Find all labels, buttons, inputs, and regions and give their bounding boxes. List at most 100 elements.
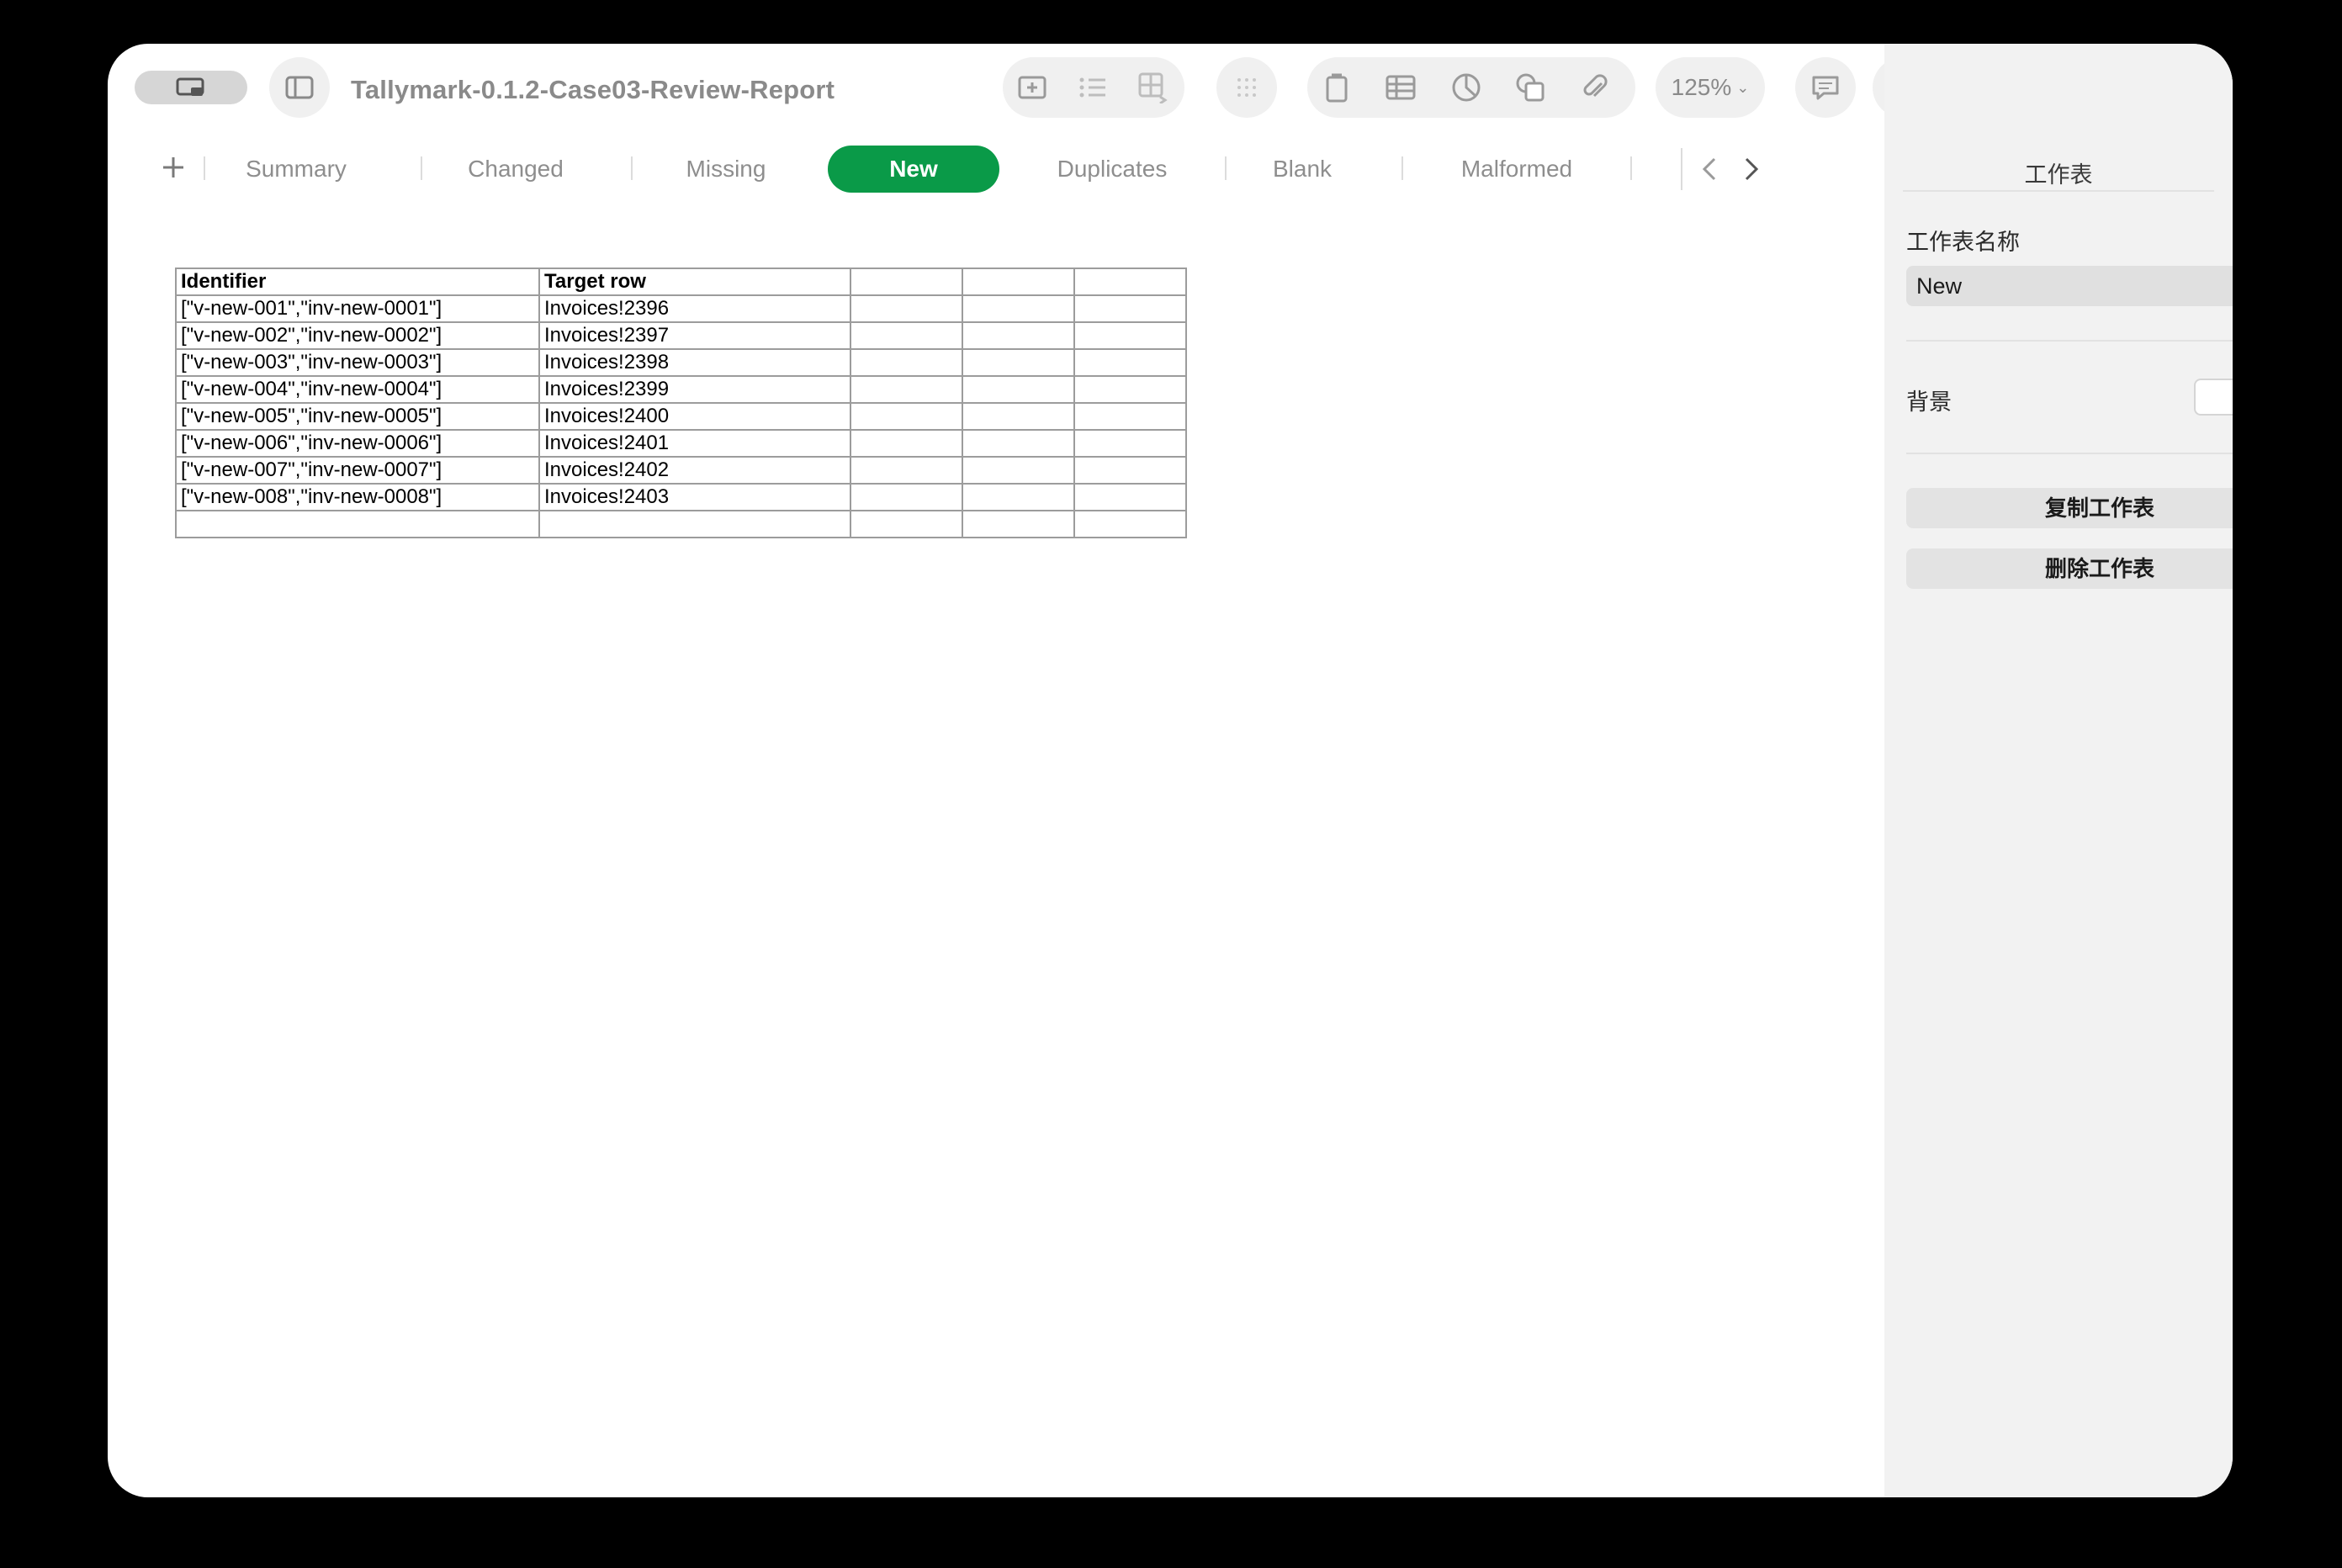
table-cell[interactable]: Invoices!2396 [538,294,851,323]
table-cell[interactable] [1073,294,1187,323]
table-cell[interactable] [1073,348,1187,377]
divider [1906,340,2233,342]
table-cell[interactable] [962,348,1075,377]
table-cell[interactable] [850,456,963,485]
document-title[interactable]: Tallymark-0.1.2-Case03-Review-Report [351,69,835,111]
table-cell[interactable]: ["v-new-005","inv-new-0005"] [175,402,540,431]
table-cell[interactable]: Invoices!2402 [538,456,851,485]
table-icon[interactable] [1385,72,1417,103]
table-cell[interactable]: Invoices!2400 [538,402,851,431]
table-cell[interactable]: Invoices!2401 [538,429,851,458]
table-cell[interactable] [962,456,1075,485]
delete-sheet-button[interactable]: 删除工作表 [1906,548,2233,589]
table-row: ["v-new-003","inv-new-0003"] Invoices!239… [175,348,1187,377]
table-cell[interactable] [1073,456,1187,485]
chevron-left-icon[interactable] [1694,153,1726,185]
chevron-right-icon[interactable] [1735,153,1767,185]
insert-text-box-icon[interactable] [1016,72,1048,103]
tab-summary[interactable]: Summary [237,146,355,193]
duplicate-sheet-button[interactable]: 复制工作表 [1906,488,2233,528]
table-cell[interactable] [850,483,963,511]
table-row: ["v-new-001","inv-new-0001"] Invoices!239… [175,294,1187,323]
plus-icon [161,155,186,184]
chart-icon[interactable] [1450,72,1482,103]
tab-new[interactable]: New [828,146,999,193]
table-cell[interactable] [1073,375,1187,404]
sidebar-toggle-button[interactable] [269,57,330,118]
table-cell[interactable] [1073,321,1187,350]
table-cell[interactable] [538,510,851,538]
tab-separator [1401,156,1403,180]
table-cell[interactable] [962,321,1075,350]
header-cell[interactable]: Identifier [175,268,540,296]
table-row: ["v-new-007","inv-new-0007"] Invoices!240… [175,456,1187,485]
table-cell[interactable]: ["v-new-007","inv-new-0007"] [175,456,540,485]
tab-duplicates[interactable]: Duplicates [1036,146,1188,193]
header-cell[interactable] [850,268,963,296]
table-cell[interactable]: Invoices!2397 [538,321,851,350]
view-button[interactable] [135,71,247,104]
grid-dots-icon [1231,72,1263,103]
table-row: ["v-new-002","inv-new-0002"] Invoices!239… [175,321,1187,350]
divider [1906,453,2233,454]
tab-blank[interactable]: Blank [1252,146,1353,193]
table-cell[interactable] [962,429,1075,458]
table-cell[interactable] [850,429,963,458]
sheet-name-field[interactable]: New [1906,266,2233,306]
header-row: Identifier Target row [175,268,1187,296]
table-cell[interactable] [850,321,963,350]
table-cell[interactable]: ["v-new-002","inv-new-0002"] [175,321,540,350]
table-row [175,510,1187,538]
comment-icon [1809,72,1841,103]
table-cell[interactable] [962,375,1075,404]
table-cell[interactable] [175,510,540,538]
table-cell[interactable] [850,348,963,377]
table-cell[interactable] [850,294,963,323]
header-cell[interactable] [962,268,1075,296]
table-cell[interactable]: ["v-new-006","inv-new-0006"] [175,429,540,458]
tab-separator [421,156,422,180]
table-cell[interactable] [962,483,1075,511]
table-cell[interactable] [1073,510,1187,538]
view-icon [176,77,206,98]
tab-malformed[interactable]: Malformed [1437,146,1597,193]
table-cell[interactable]: ["v-new-001","inv-new-0001"] [175,294,540,323]
attachment-icon[interactable] [1578,72,1610,103]
zoom-menu[interactable]: 125% ⌄ [1656,57,1765,118]
table-cell[interactable] [962,510,1075,538]
table-cell[interactable] [1073,483,1187,511]
grid-button[interactable] [1216,57,1277,118]
table-cell[interactable]: Invoices!2403 [538,483,851,511]
tab-separator [1630,156,1632,180]
table-cell[interactable] [962,294,1075,323]
background-color-well[interactable] [2194,379,2233,416]
inspector-title: 工作表 [2024,162,2093,188]
tab-separator [631,156,633,180]
table-cell[interactable] [850,402,963,431]
table-cell[interactable]: Invoices!2399 [538,375,851,404]
list-icon[interactable] [1077,72,1109,103]
sheet-table[interactable]: Identifier Target row ["v-new-001","inv-ne… [175,268,1187,538]
tab-separator [1225,156,1227,180]
header-cell[interactable] [1073,268,1187,296]
tab-changed[interactable]: Changed [453,146,579,193]
sheet-name-label: 工作表名称 [1906,230,2020,255]
add-sheet-button[interactable] [150,146,197,193]
table-cell[interactable]: ["v-new-008","inv-new-0008"] [175,483,540,511]
tab-separator [204,156,205,180]
table-cell[interactable]: Invoices!2398 [538,348,851,377]
table-cell[interactable] [1073,429,1187,458]
table-row: ["v-new-004","inv-new-0004"] Invoices!239… [175,375,1187,404]
table-cell[interactable] [962,402,1075,431]
table-cell[interactable]: ["v-new-003","inv-new-0003"] [175,348,540,377]
shape-icon[interactable] [1514,72,1546,103]
table-cell[interactable] [850,510,963,538]
table-cell[interactable]: ["v-new-004","inv-new-0004"] [175,375,540,404]
table-add-icon[interactable] [1137,72,1169,103]
table-cell[interactable] [850,375,963,404]
comment-button[interactable] [1795,57,1856,118]
header-cell[interactable]: Target row [538,268,851,296]
paste-icon[interactable] [1321,72,1353,103]
table-cell[interactable] [1073,402,1187,431]
tab-missing[interactable]: Missing [663,146,789,193]
